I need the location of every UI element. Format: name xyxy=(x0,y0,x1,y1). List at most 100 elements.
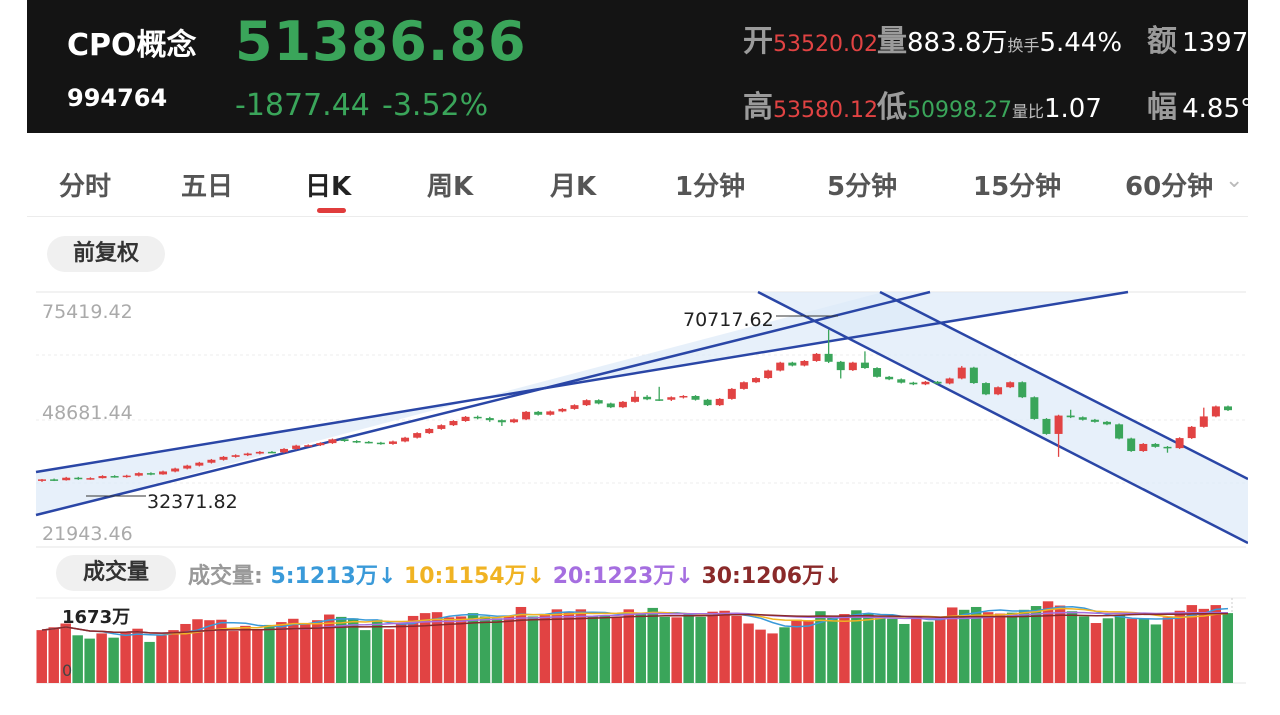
up-channel-lower-line xyxy=(35,290,931,517)
volume-bar xyxy=(1054,605,1066,683)
candle xyxy=(437,424,446,430)
volume-bar xyxy=(958,609,970,683)
volume-bar xyxy=(683,614,694,683)
volume-bar xyxy=(647,607,658,683)
candle-body xyxy=(461,416,470,422)
volume-bar xyxy=(982,612,994,683)
candle xyxy=(727,388,736,400)
volume-bar xyxy=(443,617,455,683)
candle-body xyxy=(788,362,797,366)
volume-bar xyxy=(36,630,47,683)
volume-bar xyxy=(911,615,922,683)
volume-bar xyxy=(371,619,383,683)
volume-bar xyxy=(491,618,503,683)
volume-bar xyxy=(707,611,718,683)
candle-body xyxy=(485,418,494,421)
volume-bar xyxy=(1018,609,1030,683)
candle-body xyxy=(1030,397,1039,419)
volume-bar xyxy=(803,620,814,683)
candle-body xyxy=(679,395,688,398)
candle-body xyxy=(146,473,155,475)
volume-bar xyxy=(383,629,395,683)
candle-body xyxy=(243,453,252,456)
volume-bar xyxy=(779,627,790,683)
volume-bar xyxy=(994,613,1006,683)
candle-body xyxy=(764,370,773,379)
volume-bar xyxy=(659,616,670,683)
candle-body xyxy=(231,455,240,457)
volume-bar xyxy=(767,633,778,683)
volume-bar xyxy=(1114,615,1126,683)
volume-bar xyxy=(575,609,587,683)
volume-bar xyxy=(1066,611,1078,683)
candle-body xyxy=(558,408,567,412)
volume-bar xyxy=(156,635,167,683)
candle-body xyxy=(316,443,325,446)
candle xyxy=(1127,437,1136,452)
candle-body xyxy=(1018,382,1027,398)
volume-bar xyxy=(252,630,263,683)
volume-bar xyxy=(120,632,131,683)
candle-body xyxy=(195,462,204,466)
candle-body xyxy=(1187,426,1196,439)
candle xyxy=(969,366,978,384)
candle-body xyxy=(1163,446,1172,449)
volume-bar xyxy=(324,614,335,683)
candle xyxy=(1042,418,1051,435)
volume-bar xyxy=(168,630,179,683)
volume-bar xyxy=(72,635,83,683)
candle-body xyxy=(836,361,845,371)
candle-body xyxy=(159,471,168,475)
candle-body xyxy=(957,367,966,379)
candle-body xyxy=(255,451,264,454)
volume-bar xyxy=(1126,618,1138,683)
candle xyxy=(1006,381,1015,389)
candle-body xyxy=(1151,443,1160,447)
candle-body xyxy=(655,399,664,401)
volume-bar xyxy=(743,623,754,683)
volume-bar xyxy=(923,621,934,683)
volume-bar xyxy=(935,617,946,683)
candle xyxy=(1018,381,1027,399)
candle xyxy=(752,377,761,384)
volume-bar xyxy=(1198,608,1210,683)
candle xyxy=(776,361,785,372)
volume-bar xyxy=(611,616,623,683)
candle-body xyxy=(824,353,833,362)
candle-body xyxy=(122,475,131,478)
kline-chart[interactable]: 75419.42 48681.44 21943.46 70717.62 3237… xyxy=(0,0,1248,715)
candle xyxy=(558,408,567,413)
candle-body xyxy=(848,362,857,371)
candle xyxy=(522,410,531,421)
volume-bar xyxy=(791,619,802,683)
candle-body xyxy=(703,399,712,406)
volume-bar xyxy=(132,628,143,683)
volume-bar xyxy=(300,624,311,683)
up-channel-fill xyxy=(36,292,1128,515)
candle xyxy=(449,420,458,427)
y-label-bottom: 21943.46 xyxy=(42,523,133,545)
down-channel-lower-line xyxy=(757,290,1248,545)
candle-body xyxy=(691,395,700,400)
candle-body xyxy=(50,479,59,481)
volume-zero-label: 0 xyxy=(62,661,72,680)
candle-body xyxy=(631,396,639,402)
volume-bar xyxy=(695,616,706,683)
candle-body xyxy=(1224,406,1232,411)
candle xyxy=(388,440,397,445)
volume-bar xyxy=(108,637,119,683)
volume-bar xyxy=(240,625,251,683)
high-annotation: 70717.62 xyxy=(683,309,774,331)
y-label-mid: 48681.44 xyxy=(42,402,133,424)
candle-body xyxy=(715,398,724,406)
candle-body xyxy=(594,400,603,404)
candle xyxy=(800,360,809,367)
volume-bar xyxy=(228,631,239,683)
candle-body xyxy=(1078,417,1087,420)
volume-bar xyxy=(539,614,551,683)
volume-bar xyxy=(347,618,359,683)
candle xyxy=(606,402,615,409)
candle-body xyxy=(1066,415,1075,418)
volume-bar xyxy=(863,613,874,683)
candle-body xyxy=(812,353,821,361)
